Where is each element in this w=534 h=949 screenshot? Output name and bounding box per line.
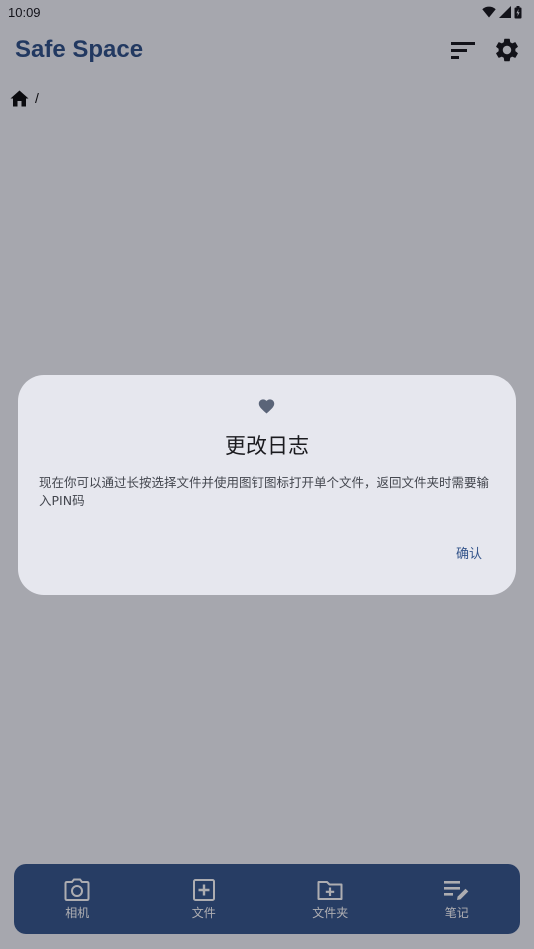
dialog-title: 更改日志 [225,434,309,458]
heart-icon [258,399,275,414]
dialog-body: 现在你可以通过长按选择文件并使用图钉图标打开单个文件，返回文件夹时需要输入PIN… [39,475,490,508]
confirm-button[interactable]: 确认 [456,543,482,562]
changelog-dialog: 更改日志 现在你可以通过长按选择文件并使用图钉图标打开单个文件，返回文件夹时需要… [18,375,516,595]
